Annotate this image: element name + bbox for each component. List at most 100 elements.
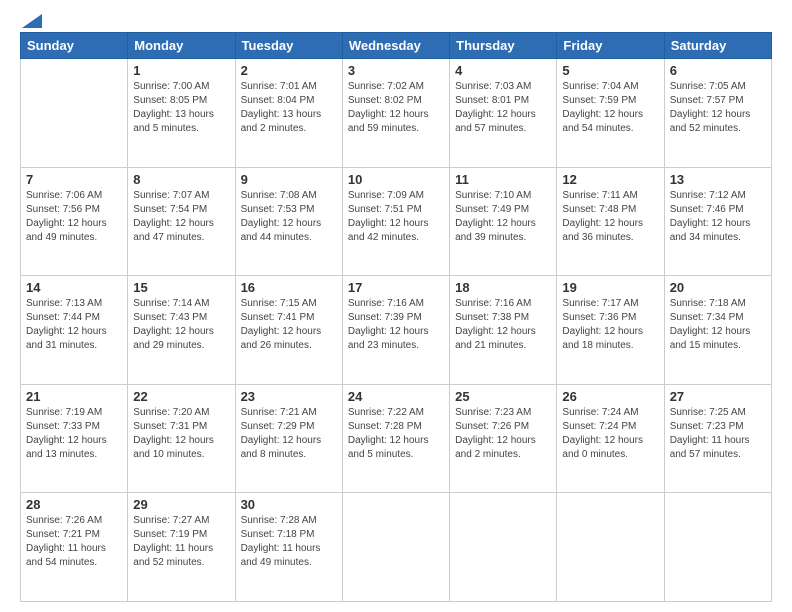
day-number: 28 [26, 497, 122, 512]
day-number: 27 [670, 389, 766, 404]
calendar-cell: 26 Sunrise: 7:24 AM Sunset: 7:24 PM Dayli… [557, 384, 664, 493]
day-info: Sunrise: 7:02 AM Sunset: 8:02 PM Dayligh… [348, 80, 444, 136]
day-number: 5 [562, 63, 658, 78]
day-info: Sunrise: 7:24 AM Sunset: 7:24 PM Dayligh… [562, 406, 658, 462]
calendar-cell: 19 Sunrise: 7:17 AM Sunset: 7:36 PM Dayli… [557, 276, 664, 385]
day-info: Sunrise: 7:01 AM Sunset: 8:04 PM Dayligh… [241, 80, 337, 136]
calendar-cell: 29Sunrise: 7:27 AM Sunset: 7:19 PM Dayli… [128, 493, 235, 602]
calendar-cell: 30 Sunrise: 7:28 AM Sunset: 7:18 PM Dayli… [235, 493, 342, 602]
day-number: 25 [455, 389, 551, 404]
calendar-cell: 25 Sunrise: 7:23 AM Sunset: 7:26 PM Dayli… [450, 384, 557, 493]
day-info: Sunrise: 7:10 AM Sunset: 7:49 PM Dayligh… [455, 189, 551, 245]
day-number: 23 [241, 389, 337, 404]
day-number: 18 [455, 280, 551, 295]
calendar-cell: 24Sunrise: 7:22 AM Sunset: 7:28 PM Dayli… [342, 384, 449, 493]
calendar-cell: 22Sunrise: 7:20 AM Sunset: 7:31 PM Dayli… [128, 384, 235, 493]
day-number: 20 [670, 280, 766, 295]
day-info: Sunrise: 7:06 AM Sunset: 7:56 PM Dayligh… [26, 189, 122, 245]
calendar-week-row: 28 Sunrise: 7:26 AM Sunset: 7:21 PM Dayli… [21, 493, 772, 602]
calendar-cell [450, 493, 557, 602]
day-number: 3 [348, 63, 444, 78]
calendar-cell: 11 Sunrise: 7:10 AM Sunset: 7:49 PM Dayli… [450, 167, 557, 276]
day-info: Sunrise: 7:12 AM Sunset: 7:46 PM Dayligh… [670, 189, 766, 245]
calendar-cell: 27 Sunrise: 7:25 AM Sunset: 7:23 PM Dayli… [664, 384, 771, 493]
calendar-header-row: SundayMondayTuesdayWednesdayThursdayFrid… [21, 33, 772, 59]
calendar-header-saturday: Saturday [664, 33, 771, 59]
day-number: 8 [133, 172, 229, 187]
calendar-cell: 18Sunrise: 7:16 AM Sunset: 7:38 PM Dayli… [450, 276, 557, 385]
day-info: Sunrise: 7:26 AM Sunset: 7:21 PM Dayligh… [26, 514, 122, 570]
day-number: 30 [241, 497, 337, 512]
calendar-cell [664, 493, 771, 602]
calendar-cell: 9 Sunrise: 7:08 AM Sunset: 7:53 PM Daylig… [235, 167, 342, 276]
calendar-cell: 6 Sunrise: 7:05 AM Sunset: 7:57 PM Daylig… [664, 59, 771, 168]
day-info: Sunrise: 7:11 AM Sunset: 7:48 PM Dayligh… [562, 189, 658, 245]
calendar-cell: 1Sunrise: 7:00 AM Sunset: 8:05 PM Daylig… [128, 59, 235, 168]
day-number: 11 [455, 172, 551, 187]
day-info: Sunrise: 7:28 AM Sunset: 7:18 PM Dayligh… [241, 514, 337, 570]
day-info: Sunrise: 7:00 AM Sunset: 8:05 PM Dayligh… [133, 80, 229, 136]
day-info: Sunrise: 7:08 AM Sunset: 7:53 PM Dayligh… [241, 189, 337, 245]
day-number: 10 [348, 172, 444, 187]
day-info: Sunrise: 7:15 AM Sunset: 7:41 PM Dayligh… [241, 297, 337, 353]
calendar-cell: 23Sunrise: 7:21 AM Sunset: 7:29 PM Dayli… [235, 384, 342, 493]
day-info: Sunrise: 7:20 AM Sunset: 7:31 PM Dayligh… [133, 406, 229, 462]
day-info: Sunrise: 7:13 AM Sunset: 7:44 PM Dayligh… [26, 297, 122, 353]
page: SundayMondayTuesdayWednesdayThursdayFrid… [0, 0, 792, 612]
calendar-week-row: 1Sunrise: 7:00 AM Sunset: 8:05 PM Daylig… [21, 59, 772, 168]
calendar-header-sunday: Sunday [21, 33, 128, 59]
day-info: Sunrise: 7:09 AM Sunset: 7:51 PM Dayligh… [348, 189, 444, 245]
calendar-cell: 16Sunrise: 7:15 AM Sunset: 7:41 PM Dayli… [235, 276, 342, 385]
calendar-cell: 8 Sunrise: 7:07 AM Sunset: 7:54 PM Daylig… [128, 167, 235, 276]
calendar-header-tuesday: Tuesday [235, 33, 342, 59]
logo-icon [22, 14, 42, 28]
calendar-cell [557, 493, 664, 602]
calendar-header-thursday: Thursday [450, 33, 557, 59]
day-number: 6 [670, 63, 766, 78]
calendar-cell: 7 Sunrise: 7:06 AM Sunset: 7:56 PM Daylig… [21, 167, 128, 276]
day-info: Sunrise: 7:04 AM Sunset: 7:59 PM Dayligh… [562, 80, 658, 136]
day-number: 14 [26, 280, 122, 295]
calendar-cell: 5 Sunrise: 7:04 AM Sunset: 7:59 PM Daylig… [557, 59, 664, 168]
calendar-week-row: 7 Sunrise: 7:06 AM Sunset: 7:56 PM Daylig… [21, 167, 772, 276]
calendar-cell: 2Sunrise: 7:01 AM Sunset: 8:04 PM Daylig… [235, 59, 342, 168]
calendar-cell: 3 Sunrise: 7:02 AM Sunset: 8:02 PM Daylig… [342, 59, 449, 168]
day-info: Sunrise: 7:17 AM Sunset: 7:36 PM Dayligh… [562, 297, 658, 353]
day-number: 12 [562, 172, 658, 187]
calendar-cell: 4 Sunrise: 7:03 AM Sunset: 8:01 PM Daylig… [450, 59, 557, 168]
calendar-cell: 13 Sunrise: 7:12 AM Sunset: 7:46 PM Dayli… [664, 167, 771, 276]
calendar-cell: 10 Sunrise: 7:09 AM Sunset: 7:51 PM Dayli… [342, 167, 449, 276]
calendar-header-friday: Friday [557, 33, 664, 59]
day-number: 24 [348, 389, 444, 404]
day-number: 19 [562, 280, 658, 295]
logo [20, 18, 42, 22]
calendar-cell: 15 Sunrise: 7:14 AM Sunset: 7:43 PM Dayli… [128, 276, 235, 385]
day-info: Sunrise: 7:14 AM Sunset: 7:43 PM Dayligh… [133, 297, 229, 353]
day-number: 9 [241, 172, 337, 187]
day-info: Sunrise: 7:16 AM Sunset: 7:39 PM Dayligh… [348, 297, 444, 353]
day-info: Sunrise: 7:23 AM Sunset: 7:26 PM Dayligh… [455, 406, 551, 462]
header [20, 18, 772, 22]
day-info: Sunrise: 7:19 AM Sunset: 7:33 PM Dayligh… [26, 406, 122, 462]
day-info: Sunrise: 7:03 AM Sunset: 8:01 PM Dayligh… [455, 80, 551, 136]
day-number: 26 [562, 389, 658, 404]
calendar-week-row: 21 Sunrise: 7:19 AM Sunset: 7:33 PM Dayli… [21, 384, 772, 493]
calendar-cell: 20Sunrise: 7:18 AM Sunset: 7:34 PM Dayli… [664, 276, 771, 385]
calendar-cell: 14 Sunrise: 7:13 AM Sunset: 7:44 PM Dayli… [21, 276, 128, 385]
calendar-cell [21, 59, 128, 168]
day-number: 4 [455, 63, 551, 78]
day-info: Sunrise: 7:07 AM Sunset: 7:54 PM Dayligh… [133, 189, 229, 245]
calendar-cell: 21 Sunrise: 7:19 AM Sunset: 7:33 PM Dayli… [21, 384, 128, 493]
calendar-header-wednesday: Wednesday [342, 33, 449, 59]
calendar-cell: 17 Sunrise: 7:16 AM Sunset: 7:39 PM Dayli… [342, 276, 449, 385]
calendar-header-monday: Monday [128, 33, 235, 59]
day-info: Sunrise: 7:05 AM Sunset: 7:57 PM Dayligh… [670, 80, 766, 136]
day-number: 7 [26, 172, 122, 187]
calendar-table: SundayMondayTuesdayWednesdayThursdayFrid… [20, 32, 772, 602]
day-number: 17 [348, 280, 444, 295]
day-number: 15 [133, 280, 229, 295]
day-info: Sunrise: 7:25 AM Sunset: 7:23 PM Dayligh… [670, 406, 766, 462]
day-number: 13 [670, 172, 766, 187]
day-number: 21 [26, 389, 122, 404]
calendar-cell [342, 493, 449, 602]
